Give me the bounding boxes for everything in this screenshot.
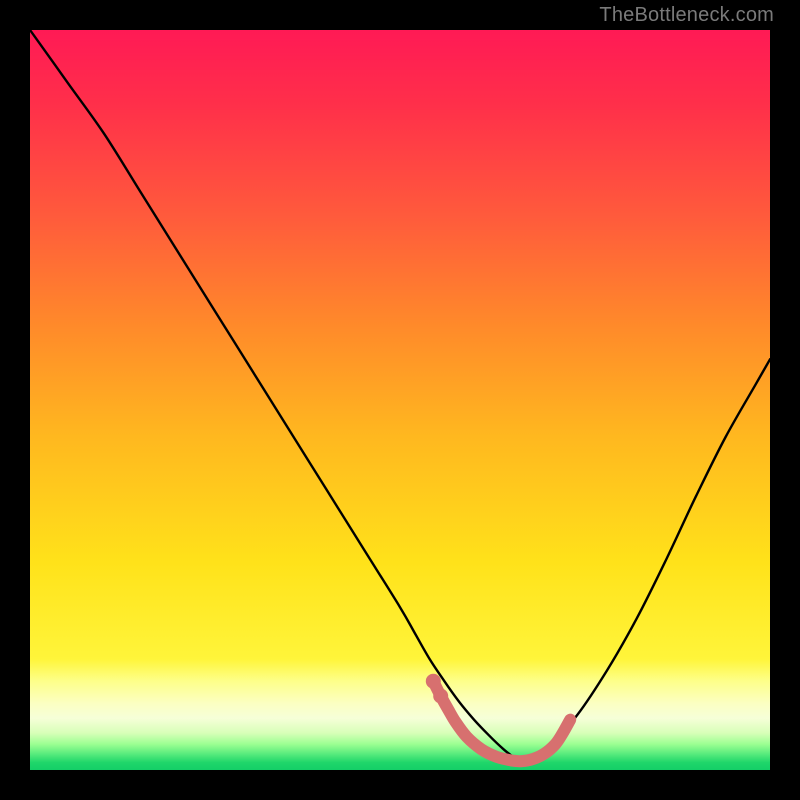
- highlight-dot: [433, 689, 448, 704]
- plot-area: [30, 30, 770, 770]
- right-curve: [518, 359, 770, 761]
- curve-layer: [30, 30, 770, 770]
- left-curve: [30, 30, 518, 761]
- highlight-dot: [426, 674, 441, 689]
- watermark-text: TheBottleneck.com: [599, 4, 774, 27]
- chart-frame: TheBottleneck.com: [0, 0, 800, 800]
